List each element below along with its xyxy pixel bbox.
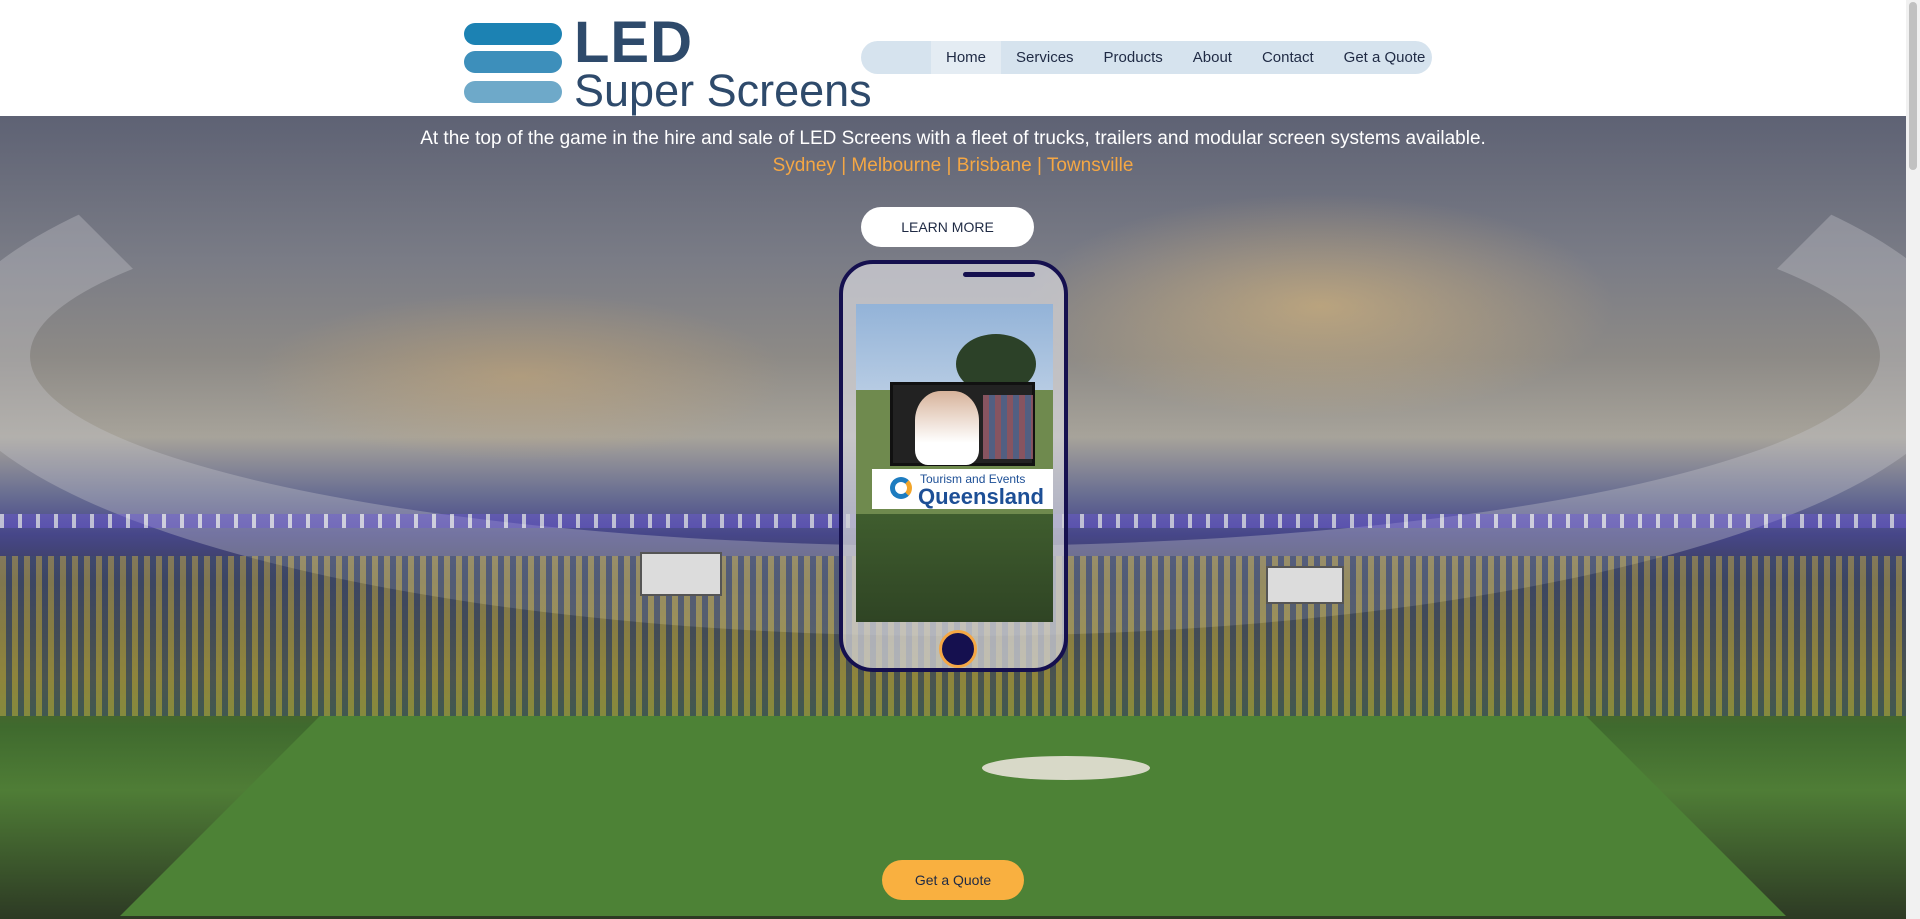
nav-item-home[interactable]: Home	[931, 41, 1002, 74]
nav-item-products[interactable]: Products	[1089, 41, 1178, 74]
site-logo[interactable]: LED Super Screens	[464, 14, 872, 114]
logo-bar-icon	[464, 23, 562, 45]
phone-home-button[interactable]	[939, 630, 977, 668]
phone-screen-image: Tourism and Events Queensland	[856, 304, 1053, 622]
screen-grass	[856, 514, 1053, 622]
nav-item-get-a-quote[interactable]: Get a Quote	[1329, 41, 1441, 74]
phone-mockup: Tourism and Events Queensland	[839, 260, 1068, 672]
nav-item-services[interactable]: Services	[1001, 41, 1089, 74]
nav-item-about[interactable]: About	[1178, 41, 1247, 74]
nav-item-contact[interactable]: Contact	[1247, 41, 1329, 74]
led-panel-crowd	[983, 395, 1033, 459]
hero-section: At the top of the game in the hire and s…	[0, 116, 1906, 919]
hero-cities: Sydney | Melbourne | Brisbane | Townsvil…	[772, 155, 1134, 176]
logo-bar-icon	[464, 51, 562, 73]
pitch-center-circle	[982, 756, 1150, 780]
banner-big-text: Queensland	[918, 484, 1044, 509]
scrollbar-thumb[interactable]	[1909, 2, 1917, 170]
site-header: LED Super Screens Home Services Products…	[0, 0, 1906, 116]
learn-more-button[interactable]: LEARN MORE	[861, 207, 1034, 247]
phone-speaker	[963, 272, 1035, 277]
led-panel-person	[915, 391, 979, 465]
tourism-logo-icon	[890, 477, 912, 499]
logo-text-super-screens: Super Screens	[574, 65, 872, 116]
screen-led-panel	[890, 382, 1035, 466]
screen-banner: Tourism and Events Queensland	[872, 469, 1053, 509]
page-scrollbar[interactable]	[1906, 0, 1920, 919]
logo-bar-icon	[464, 81, 562, 103]
logo-text-led: LED	[574, 10, 693, 75]
stadium-scoreboard-right	[1266, 566, 1344, 604]
get-a-quote-button[interactable]: Get a Quote	[882, 860, 1024, 900]
hero-tagline: At the top of the game in the hire and s…	[420, 128, 1486, 149]
main-nav: Home Services Products About Contact Get…	[861, 41, 1432, 74]
stadium-scoreboard-left	[640, 552, 722, 596]
